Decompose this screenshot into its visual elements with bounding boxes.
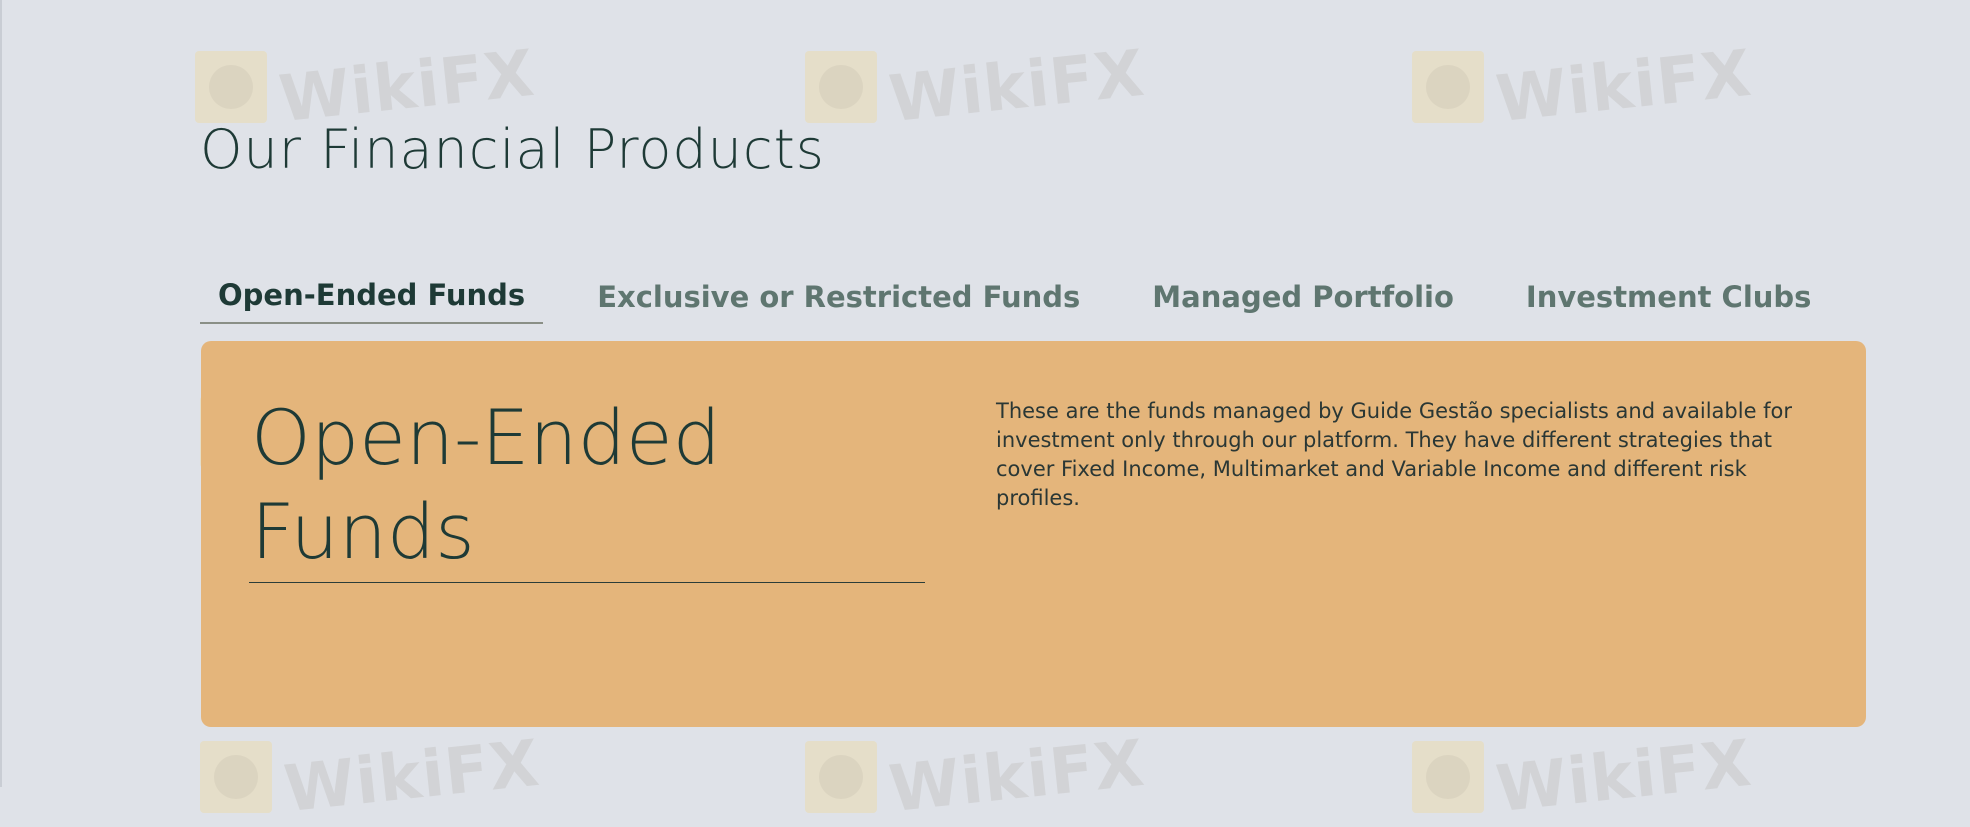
watermark: WikiFX	[805, 37, 1148, 137]
watermark-logo-icon	[195, 51, 267, 123]
watermark-text: WikiFX	[280, 726, 544, 827]
watermark-text: WikiFX	[885, 36, 1149, 138]
watermark-logo-icon	[1412, 741, 1484, 813]
panel-heading: Open-Ended Funds	[251, 393, 721, 576]
heading-divider	[249, 582, 925, 583]
product-tabs: Open-Ended Funds Exclusive or Restricted…	[200, 270, 1865, 324]
watermark: WikiFX	[200, 727, 543, 827]
page-title: Our Financial Products	[200, 118, 825, 181]
watermark-text: WikiFX	[885, 726, 1149, 827]
tab-managed-portfolio[interactable]: Managed Portfolio	[1134, 272, 1472, 324]
tab-content-panel: Open-Ended Funds These are the funds man…	[201, 341, 1866, 727]
watermark-text: WikiFX	[1492, 36, 1756, 138]
watermark-text: WikiFX	[1492, 726, 1756, 827]
page-left-edge	[0, 0, 2, 787]
tab-investment-clubs[interactable]: Investment Clubs	[1508, 272, 1830, 324]
watermark: WikiFX	[1412, 37, 1755, 137]
watermark: WikiFX	[805, 727, 1148, 827]
watermark-logo-icon	[1412, 51, 1484, 123]
watermark-logo-icon	[805, 741, 877, 813]
panel-description: These are the funds managed by Guide Ges…	[996, 399, 1793, 510]
tab-open-ended-funds[interactable]: Open-Ended Funds	[200, 270, 544, 324]
watermark: WikiFX	[195, 37, 538, 137]
watermark: WikiFX	[1412, 727, 1755, 827]
watermark-logo-icon	[200, 741, 272, 813]
watermark-logo-icon	[805, 51, 877, 123]
tab-exclusive-or-restricted-funds[interactable]: Exclusive or Restricted Funds	[579, 272, 1098, 324]
